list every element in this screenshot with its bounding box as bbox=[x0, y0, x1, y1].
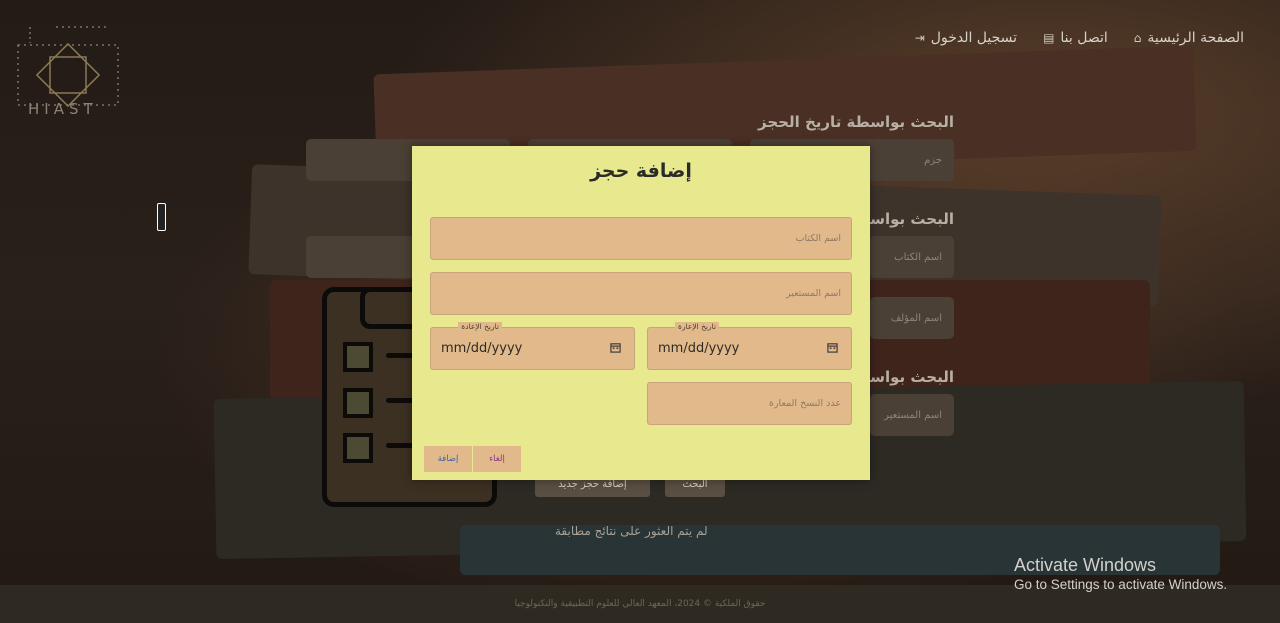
scroll-handle[interactable] bbox=[157, 203, 166, 231]
login-icon: ⇥ bbox=[914, 31, 925, 45]
return-date-value[interactable]: mm/dd/yyyy bbox=[441, 341, 522, 356]
no-results-message: لم يتم العثور على نتائج مطابقة bbox=[555, 524, 708, 538]
home-icon: ⌂ bbox=[1133, 31, 1142, 45]
checklist-line bbox=[386, 443, 414, 448]
loan-date-field[interactable]: تاريخ الإعارة mm/dd/yyyy bbox=[647, 322, 852, 370]
nav-login-label: تسجيل الدخول bbox=[930, 30, 1018, 46]
checklist-line bbox=[386, 398, 414, 403]
loan-date-value[interactable]: mm/dd/yyyy bbox=[658, 341, 739, 356]
cancel-button[interactable]: إلغاء bbox=[473, 446, 521, 472]
calendar-icon[interactable] bbox=[610, 342, 621, 353]
footer-text: حقوق الملكية © 2024، المعهد العالي للعلو… bbox=[514, 599, 766, 609]
search-borrower-field[interactable]: اسم المستعير bbox=[870, 394, 954, 436]
nav-contact-label: اتصل بنا bbox=[1060, 30, 1108, 46]
return-date-field[interactable]: تاريخ الإعادة mm/dd/yyyy bbox=[430, 322, 635, 370]
nav-login[interactable]: تسجيل الدخول ⇥ bbox=[915, 30, 1017, 46]
checkbox-illustration bbox=[343, 433, 373, 463]
watermark-subtitle: Go to Settings to activate Windows. bbox=[1014, 577, 1228, 592]
top-nav: تسجيل الدخول ⇥ اتصل بنا ▤ الصفحة الرئيسي… bbox=[915, 30, 1244, 46]
nav-contact[interactable]: اتصل بنا ▤ bbox=[1043, 30, 1108, 46]
contact-card-icon: ▤ bbox=[1043, 31, 1055, 45]
modal-title: إضافة حجز bbox=[590, 160, 692, 182]
checklist-line bbox=[386, 353, 414, 358]
section-title-date: البحث بواسطة تاريخ الحجز bbox=[758, 113, 954, 131]
return-date-label: تاريخ الإعادة bbox=[458, 322, 502, 332]
copies-count-input[interactable] bbox=[648, 383, 851, 424]
search-book-field[interactable]: اسم الكتاب bbox=[870, 236, 954, 278]
nav-home-label: الصفحة الرئيسية bbox=[1147, 30, 1244, 46]
add-reservation-modal: إضافة حجز تاريخ الإعادة mm/dd/yyyy تاريخ… bbox=[412, 146, 870, 480]
activation-watermark: Activate Windows Go to Settings to activ… bbox=[1014, 555, 1227, 592]
checkbox-illustration bbox=[343, 388, 373, 418]
borrower-name-input[interactable] bbox=[431, 273, 851, 314]
checkbox-illustration bbox=[343, 342, 373, 372]
add-button[interactable]: إضافة bbox=[424, 446, 472, 472]
search-author-field[interactable]: اسم المؤلف bbox=[870, 297, 954, 339]
nav-home[interactable]: الصفحة الرئيسية ⌂ bbox=[1134, 30, 1244, 46]
logo-text: HIAST bbox=[28, 100, 98, 118]
loan-date-label: تاريخ الإعارة bbox=[675, 322, 719, 332]
calendar-icon[interactable] bbox=[827, 342, 838, 353]
book-name-field[interactable] bbox=[430, 217, 852, 260]
book-name-input[interactable] bbox=[431, 218, 851, 259]
watermark-title: Activate Windows bbox=[1014, 555, 1157, 575]
copies-count-field[interactable] bbox=[647, 382, 852, 425]
borrower-name-field[interactable] bbox=[430, 272, 852, 315]
